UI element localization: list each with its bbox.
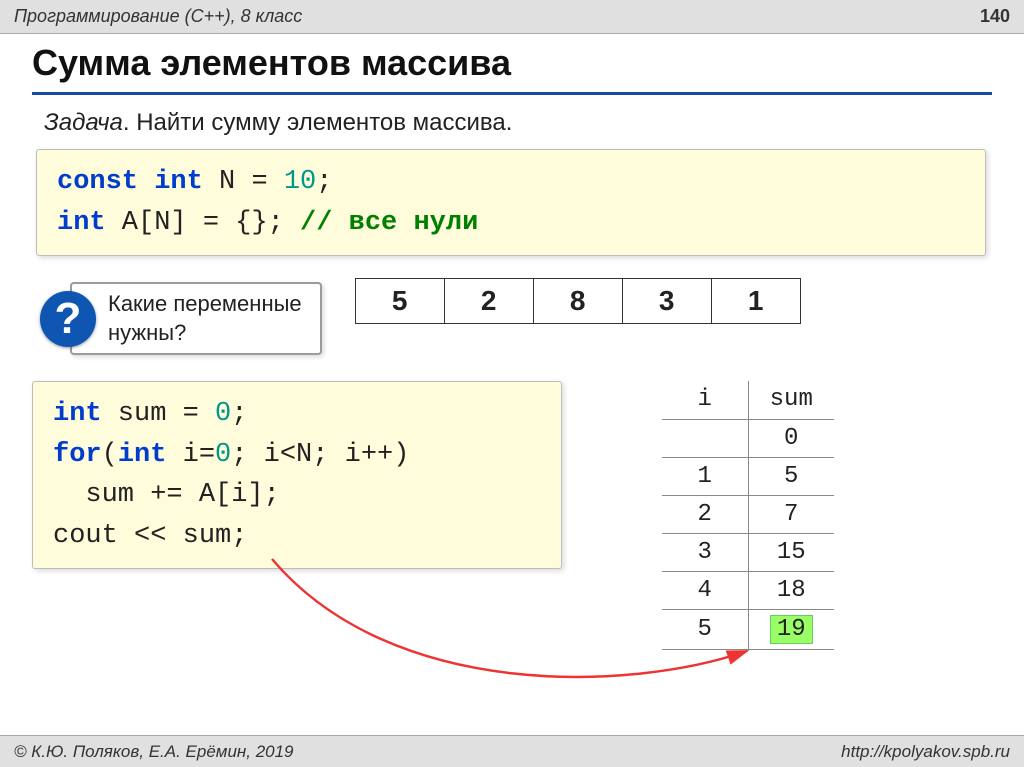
keyword-int: int xyxy=(154,167,203,197)
question-mark-icon: ? xyxy=(40,291,96,347)
code-semi: ; xyxy=(316,167,332,197)
code-text: ( xyxy=(102,440,118,470)
keyword-int: int xyxy=(53,399,102,429)
table-row: 519 xyxy=(662,609,834,649)
code-text: ; i<N; i++) xyxy=(231,440,409,470)
keyword-int: int xyxy=(57,208,106,238)
footer-link: http://kpolyakov.spb.ru xyxy=(841,742,1010,762)
page-number: 140 xyxy=(980,6,1010,27)
keyword-const: const xyxy=(57,167,138,197)
code-comment: // все нули xyxy=(300,208,478,238)
number-literal: 0 xyxy=(215,440,231,470)
array-cell: 2 xyxy=(444,278,534,324)
code-block-declaration: const int N = 10; int A[N] = {}; // все … xyxy=(36,149,986,256)
header-bar: Программирование (C++), 8 класс 140 xyxy=(0,0,1024,34)
array-cell: 8 xyxy=(533,278,623,324)
page-title: Сумма элементов массива xyxy=(32,42,992,95)
array-cell: 5 xyxy=(355,278,445,324)
code-block-loop: int sum = 0; for(int i=0; i<N; i++) sum … xyxy=(32,381,562,569)
table-row: 315 xyxy=(662,533,834,571)
code-semi: ; xyxy=(231,399,247,429)
code-text: i= xyxy=(166,440,215,470)
code-line: cout << sum; xyxy=(53,516,541,557)
number-literal: 0 xyxy=(215,399,231,429)
keyword-for: for xyxy=(53,440,102,470)
keyword-int: int xyxy=(118,440,167,470)
code-text: A[N] = {}; xyxy=(106,208,300,238)
array-visual: 5 2 8 3 1 xyxy=(356,278,801,324)
col-header-sum: sum xyxy=(748,381,834,419)
col-header-i: i xyxy=(662,381,748,419)
question-callout: ? Какие переменные нужны? xyxy=(70,282,322,355)
table-row: 418 xyxy=(662,571,834,609)
code-line: sum += A[i]; xyxy=(53,475,541,516)
array-cell: 1 xyxy=(711,278,801,324)
task-line: Задача. Найти сумму элементов массива. xyxy=(32,101,992,149)
code-text: N xyxy=(219,167,251,197)
code-line: for(int i=0; i<N; i++) xyxy=(53,435,541,476)
table-row: 27 xyxy=(662,495,834,533)
number-literal: 10 xyxy=(284,167,316,197)
table-row: 15 xyxy=(662,457,834,495)
array-cell: 3 xyxy=(622,278,712,324)
code-line: const int N = 10; xyxy=(57,162,965,203)
code-text: sum = xyxy=(102,399,215,429)
question-text: Какие переменные нужны? xyxy=(108,290,302,347)
table-header-row: i sum xyxy=(662,381,834,419)
footer-bar: © К.Ю. Поляков, Е.А. Ерёмин, 2019 http:/… xyxy=(0,735,1024,767)
trace-table: i sum 0 15 27 315 418 519 xyxy=(662,381,834,650)
table-row: 0 xyxy=(662,419,834,457)
task-label: Задача xyxy=(44,109,123,136)
code-line: int A[N] = {}; // все нули xyxy=(57,203,965,244)
copyright: © К.Ю. Поляков, Е.А. Ерёмин, 2019 xyxy=(14,742,294,762)
code-eq: = xyxy=(251,167,267,197)
code-line: int sum = 0; xyxy=(53,394,541,435)
task-text: . Найти сумму элементов массива. xyxy=(123,109,513,136)
course-label: Программирование (C++), 8 класс xyxy=(14,6,302,27)
final-sum-cell: 19 xyxy=(748,609,834,649)
